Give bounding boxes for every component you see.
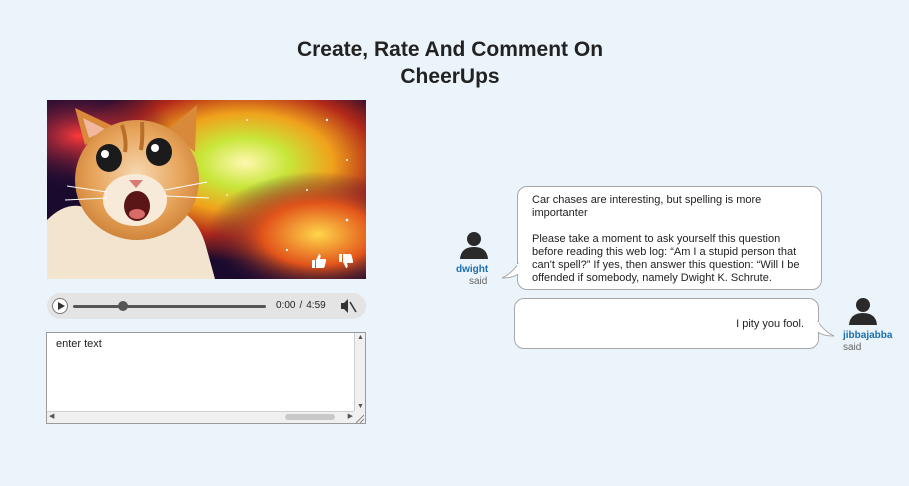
comment-said-label: said xyxy=(469,276,488,287)
scroll-right-arrow-icon[interactable]: ▶ xyxy=(348,413,353,421)
bubble-tail xyxy=(817,320,835,337)
video-controls: 0:00/4:59 xyxy=(47,293,366,319)
scroll-up-arrow-icon[interactable]: ▲ xyxy=(357,334,364,342)
progress-knob[interactable] xyxy=(118,301,129,311)
time-separator: / xyxy=(299,300,303,311)
user-avatar-icon xyxy=(460,232,488,259)
horizontal-scrollbar[interactable]: ◀ ▶ xyxy=(47,411,355,423)
page-title-line-1: Create, Rate And Comment On xyxy=(296,38,604,61)
thumbs-up-icon[interactable] xyxy=(310,252,328,270)
comment-bubble: Car chases are interesting, but spelling… xyxy=(517,186,822,290)
scroll-down-arrow-icon[interactable]: ▼ xyxy=(357,403,364,411)
bubble-tail xyxy=(501,262,519,279)
textarea-value: enter text xyxy=(56,338,102,350)
comment-username[interactable]: jibbajabba xyxy=(843,330,892,341)
thumbs-down-icon[interactable] xyxy=(337,252,355,270)
user-avatar-icon xyxy=(849,298,877,325)
horizontal-scroll-thumb[interactable] xyxy=(285,414,335,420)
scroll-left-arrow-icon[interactable]: ◀ xyxy=(49,413,54,421)
vertical-scrollbar[interactable]: ▲ ▼ xyxy=(354,333,365,412)
speaker-muted-icon[interactable] xyxy=(339,298,357,314)
resize-grip-icon[interactable] xyxy=(354,411,365,424)
comment-username[interactable]: dwight xyxy=(456,264,488,275)
duration: 4:59 xyxy=(306,300,326,311)
comment-text-paragraph: I pity you fool. xyxy=(736,318,804,330)
comment-bubble: I pity you fool. xyxy=(514,298,819,349)
comment-text-paragraph: Car chases are interesting, but spelling… xyxy=(532,194,762,219)
current-time: 0:00 xyxy=(276,300,296,311)
play-icon[interactable] xyxy=(52,298,68,314)
comment-text-paragraph: Please take a moment to ask yourself thi… xyxy=(532,233,800,284)
comment-said-label: said xyxy=(843,342,862,353)
progress-track[interactable] xyxy=(73,305,266,308)
page-title-line-2: CheerUps xyxy=(400,65,500,88)
time-display: 0:00/4:59 xyxy=(276,300,326,311)
comment-textarea[interactable]: enter text ▲ ▼ ◀ ▶ xyxy=(46,332,366,424)
page-title: Create, Rate And Comment On CheerUps xyxy=(250,36,650,90)
